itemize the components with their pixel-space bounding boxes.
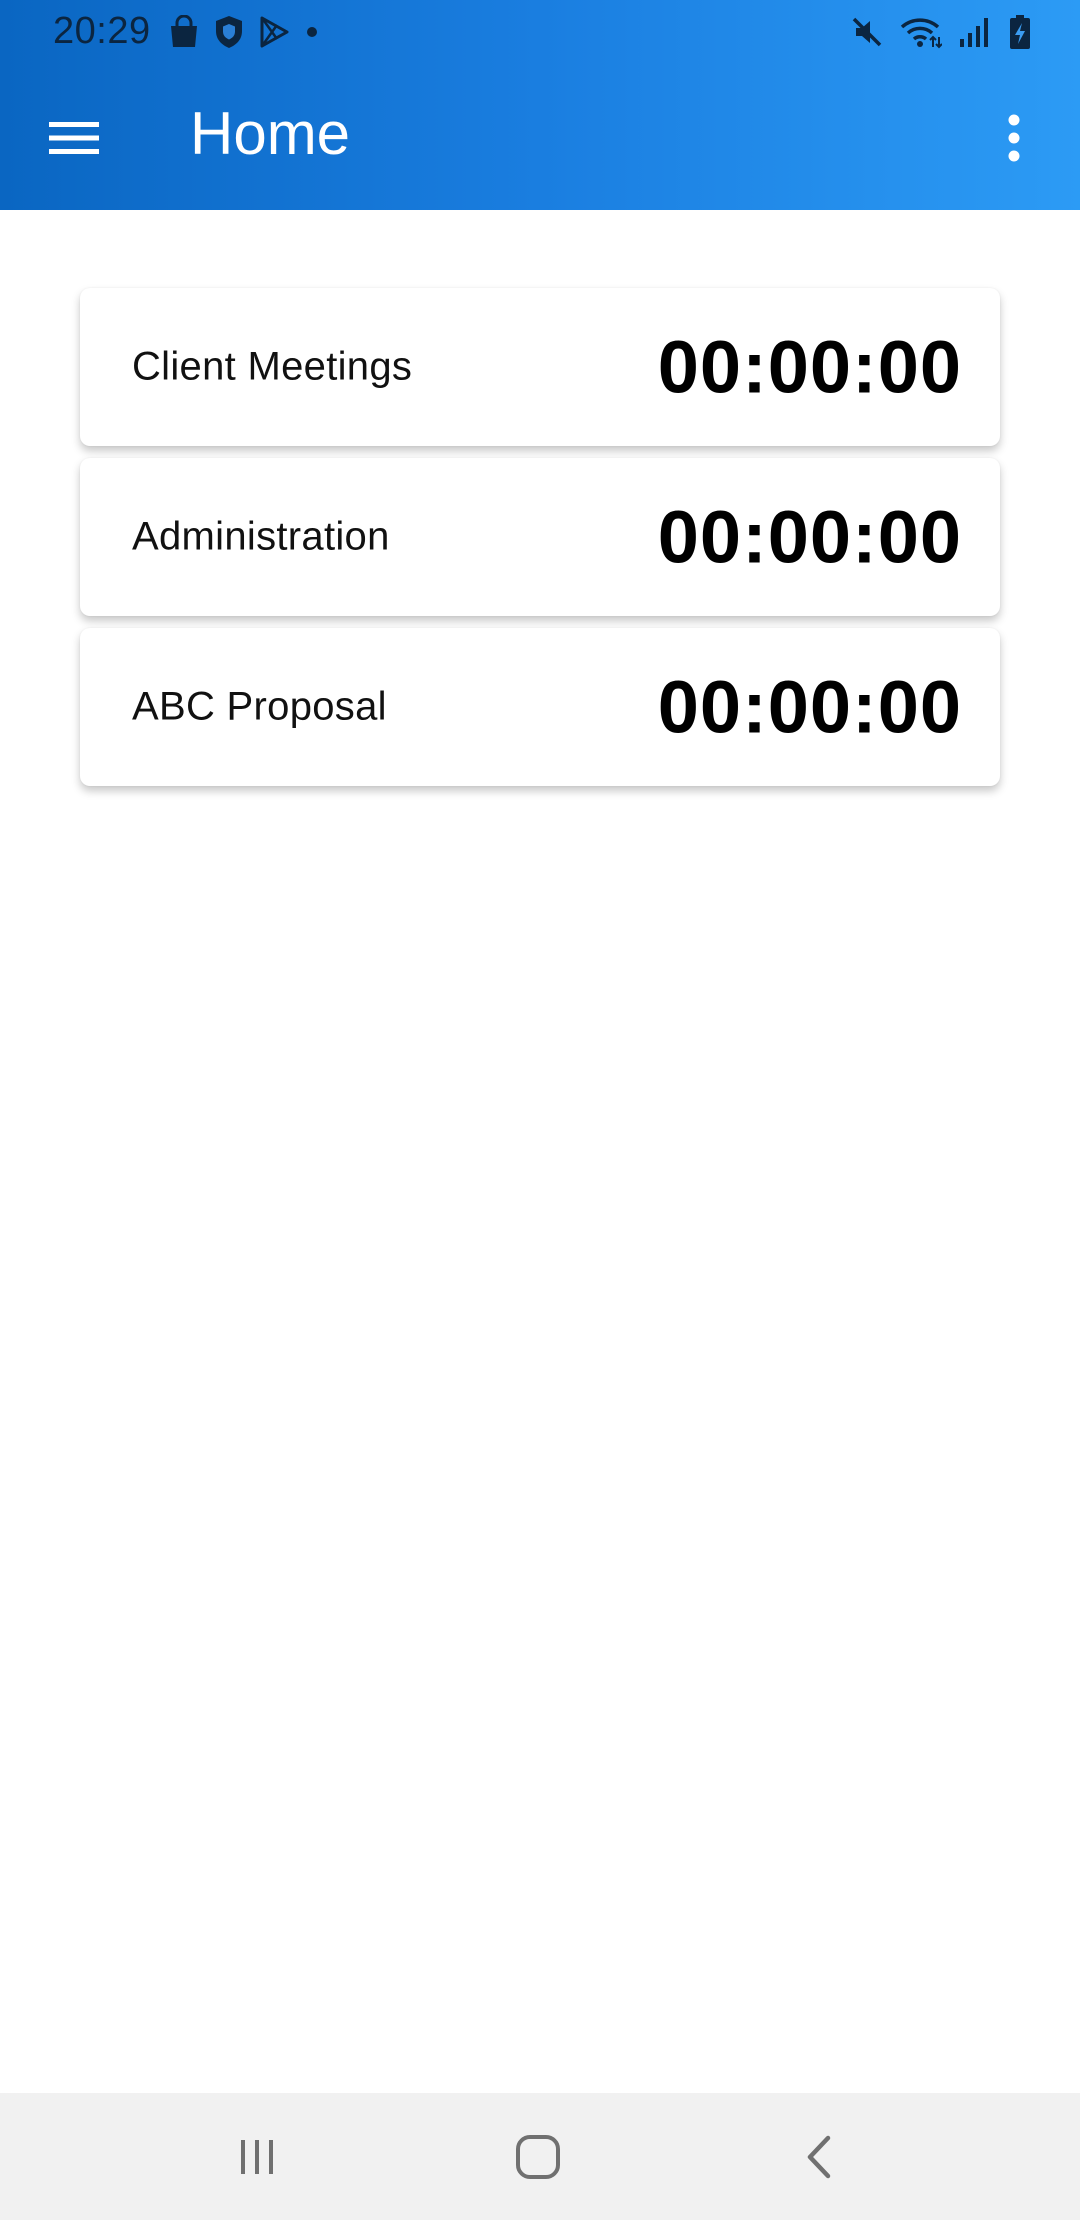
status-time: 20:29 (53, 10, 151, 52)
system-nav-bar (0, 2093, 1080, 2220)
shopping-bag-icon (168, 15, 200, 49)
status-left-icons (168, 14, 320, 50)
status-bar: 20:29 (0, 0, 1080, 64)
timer-card-client-meetings[interactable]: Client Meetings 00:00:00 (80, 288, 1000, 446)
battery-charging-icon (1008, 14, 1032, 50)
card-label: Administration (132, 514, 390, 559)
page-title: Home (190, 100, 351, 167)
back-icon[interactable] (784, 2121, 856, 2193)
signal-icon (958, 15, 992, 49)
card-label: ABC Proposal (132, 684, 387, 729)
card-label: Client Meetings (132, 344, 413, 389)
wifi-icon (900, 15, 942, 49)
more-vertical-icon[interactable] (976, 100, 1052, 176)
timer-card-administration[interactable]: Administration 00:00:00 (80, 458, 1000, 616)
mute-icon (850, 15, 884, 49)
status-right-icons (850, 12, 1032, 52)
card-timer-value: 00:00:00 (657, 325, 962, 409)
recent-apps-icon[interactable] (221, 2121, 293, 2193)
screen: 20:29 Home Client Meetings 00:00:00 Admi… (0, 0, 1080, 2220)
shield-icon (214, 15, 244, 49)
timer-card-list: Client Meetings 00:00:00 Administration … (80, 288, 1000, 798)
card-timer-value: 00:00:00 (657, 495, 962, 579)
timer-card-abc-proposal[interactable]: ABC Proposal 00:00:00 (80, 628, 1000, 786)
hamburger-menu-icon[interactable] (36, 100, 112, 176)
card-timer-value: 00:00:00 (657, 665, 962, 749)
app-bar: Home (0, 64, 1080, 210)
play-store-icon (258, 15, 290, 49)
home-icon[interactable] (502, 2121, 574, 2193)
header: 20:29 Home (0, 0, 1080, 210)
notification-dot-icon (304, 24, 320, 40)
